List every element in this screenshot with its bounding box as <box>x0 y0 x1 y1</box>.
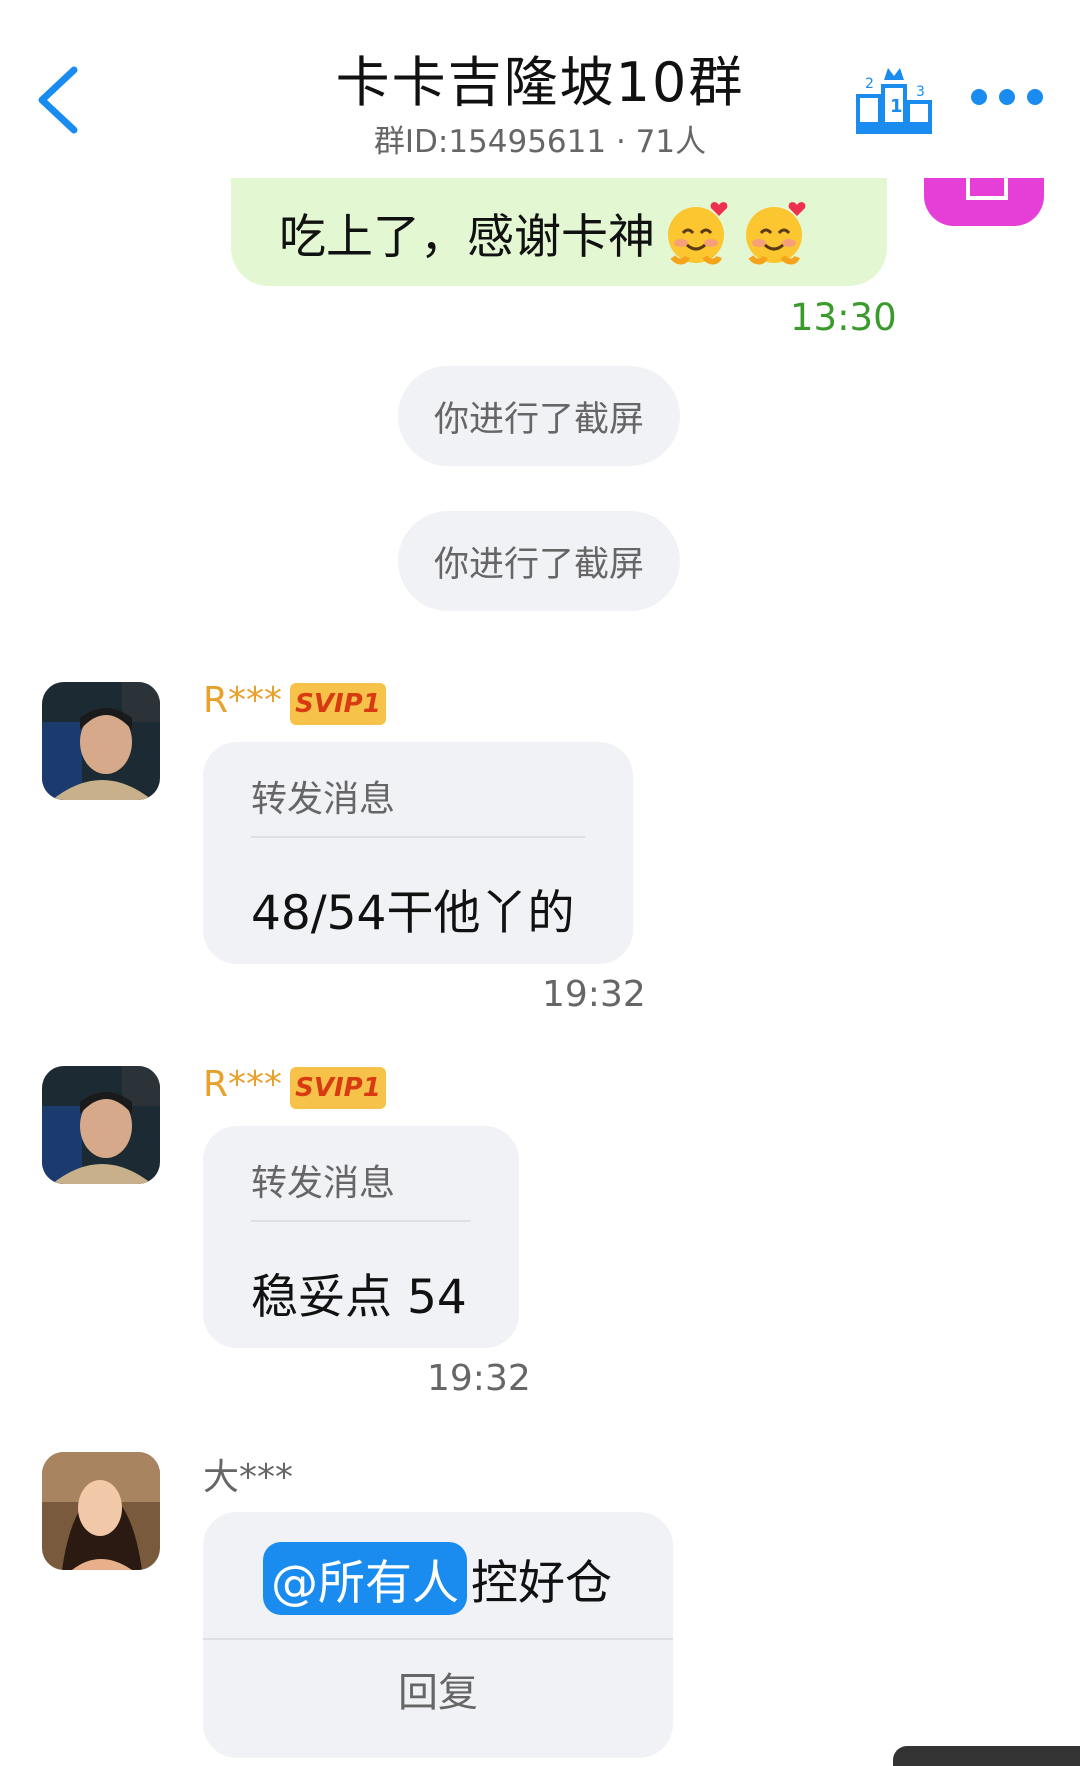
forwarded-message-bubble[interactable]: 转发消息 稳妥点 54 <box>203 1126 519 1348</box>
svg-text:2: 2 <box>865 76 874 92</box>
svg-text:3: 3 <box>916 84 925 100</box>
system-notice: 你进行了截屏 <box>398 511 680 611</box>
more-dots-icon <box>971 89 1043 105</box>
message-time: 13:30 <box>790 296 897 339</box>
message-text: 48/54干他丫的 <box>251 886 575 941</box>
more-button[interactable] <box>970 88 1044 106</box>
vip-badge: SVIP1 <box>290 1067 386 1109</box>
divider <box>251 1220 471 1222</box>
reply-button[interactable]: 回复 <box>203 1640 673 1738</box>
podium-ranking-icon: 2 1 3 <box>856 68 932 134</box>
divider <box>251 836 585 838</box>
system-notice: 你进行了截屏 <box>398 366 680 466</box>
forward-label: 转发消息 <box>251 779 396 820</box>
own-avatar[interactable] <box>924 178 1044 226</box>
message-text: 稳妥点 54 <box>251 1270 467 1325</box>
avatar[interactable] <box>42 1066 160 1184</box>
avatar[interactable] <box>42 1452 160 1570</box>
sender-name: R*** <box>203 680 283 721</box>
smiling-face-with-hearts-icon <box>741 197 811 267</box>
forwarded-message-bubble[interactable]: 转发消息 48/54干他丫的 <box>203 742 633 964</box>
floating-panel-edge <box>893 1746 1080 1766</box>
message-time: 19:32 <box>427 1358 531 1399</box>
mention-all-tag[interactable]: @所有人 <box>263 1542 467 1615</box>
smiling-face-with-hearts-icon <box>663 197 733 267</box>
vip-badge: SVIP1 <box>290 683 386 725</box>
svg-text:1: 1 <box>890 96 903 117</box>
message-text: 控好仓 <box>471 1556 612 1611</box>
own-message-bubble[interactable]: 吃上了，感谢卡神 <box>231 178 887 286</box>
mention-message-bubble[interactable]: @所有人 控好仓 回复 <box>203 1512 673 1758</box>
message-time: 19:32 <box>542 974 646 1015</box>
avatar[interactable] <box>42 682 160 800</box>
message-text: 吃上了，感谢卡神 <box>279 209 655 265</box>
forward-label: 转发消息 <box>251 1163 396 1204</box>
message-content: @所有人 控好仓 <box>263 1542 612 1615</box>
sender-name: 大*** <box>203 1457 294 1498</box>
sender-name: R*** <box>203 1064 283 1105</box>
ranking-button[interactable]: 2 1 3 <box>856 62 932 134</box>
